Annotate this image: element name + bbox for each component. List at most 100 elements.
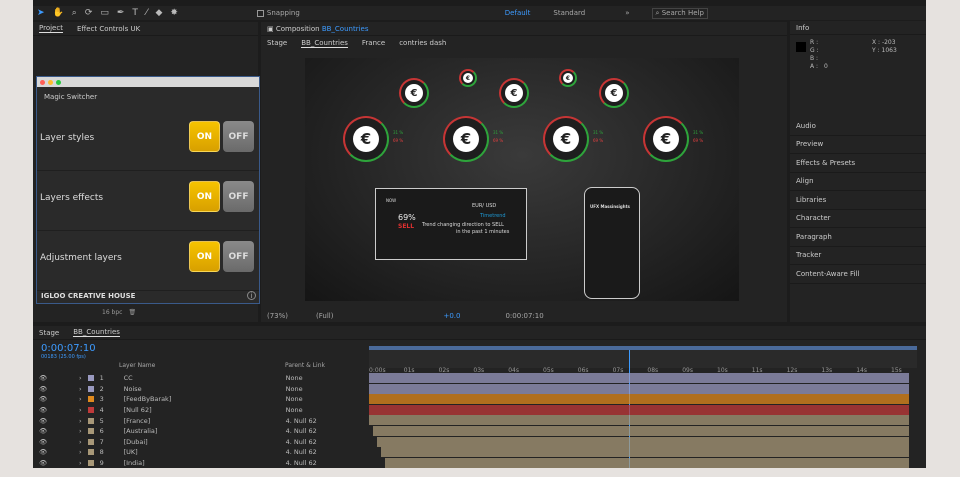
layer-row[interactable]: 👁 › 8 [UK] 4. Null 62	[33, 447, 363, 458]
visibility-icon[interactable]: 👁	[39, 385, 53, 393]
layer-row[interactable]: 👁 › 6 [Australia] 4. Null 62	[33, 426, 363, 437]
panel-character[interactable]: Character	[790, 210, 926, 228]
snapping-checkbox[interactable]	[256, 9, 264, 17]
puppet-tool-icon[interactable]: ✸	[170, 8, 178, 18]
layer-row[interactable]: 👁 › 1 CC None	[33, 373, 363, 384]
expand-icon[interactable]: ›	[79, 459, 82, 467]
visibility-icon[interactable]: 👁	[39, 427, 53, 435]
tab-effect-controls[interactable]: Effect Controls UK	[77, 25, 140, 33]
expand-icon[interactable]: ›	[79, 438, 82, 446]
eraser-tool-icon[interactable]: ◆	[155, 8, 162, 18]
parent-select[interactable]: None	[286, 406, 303, 414]
label-color[interactable]	[87, 375, 94, 382]
panel-content-aware-fill[interactable]: Content-Aware Fill	[790, 265, 926, 284]
selection-tool-icon[interactable]: ➤	[37, 8, 45, 18]
expand-icon[interactable]: ›	[79, 448, 82, 456]
layer-track-bar[interactable]	[373, 426, 909, 436]
visibility-icon[interactable]: 👁	[39, 374, 53, 382]
visibility-icon[interactable]: 👁	[39, 417, 53, 425]
workspace-standard[interactable]: Standard	[553, 9, 585, 17]
expand-icon[interactable]: ›	[79, 427, 82, 435]
trash-icon[interactable]: 🗑	[128, 309, 136, 316]
expand-icon[interactable]: ›	[79, 406, 82, 414]
zoom-select[interactable]: (73%)	[267, 312, 288, 320]
visibility-icon[interactable]: 👁	[39, 395, 53, 403]
off-button[interactable]: OFF	[223, 181, 254, 212]
parent-select[interactable]: None	[286, 385, 303, 393]
composition-viewer[interactable]: € € € € € € € € € 31 % 69 % 31 % 69 % 31 %…	[305, 58, 739, 301]
bpc-label[interactable]: 16 bpc	[102, 309, 122, 316]
off-button[interactable]: OFF	[223, 121, 254, 152]
pen-tool-icon[interactable]: ✒	[117, 8, 125, 18]
label-color[interactable]	[87, 385, 94, 392]
zoom-tool-icon[interactable]: ⌕	[72, 8, 77, 18]
visibility-icon[interactable]: 👁	[39, 406, 53, 414]
off-button[interactable]: OFF	[223, 241, 254, 272]
panel-tracker[interactable]: Tracker	[790, 247, 926, 265]
layer-track-bar[interactable]	[369, 394, 909, 405]
on-button[interactable]: ON	[189, 181, 220, 212]
layer-track-bar[interactable]	[369, 415, 909, 426]
parent-select[interactable]: 4. Null 62	[286, 427, 317, 435]
crumb-contries-dash[interactable]: contries dash	[399, 39, 446, 47]
label-color[interactable]	[87, 428, 94, 435]
layer-row[interactable]: 👁 › 7 [Dubai] 4. Null 62	[33, 437, 363, 448]
panel-preview[interactable]: Preview	[790, 136, 926, 154]
close-icon[interactable]	[40, 79, 45, 85]
crumb-france[interactable]: France	[362, 39, 385, 47]
visibility-icon[interactable]: 👁	[39, 459, 53, 467]
label-color[interactable]	[87, 396, 94, 403]
panel-align[interactable]: Align	[790, 173, 926, 191]
panel-paragraph[interactable]: Paragraph	[790, 228, 926, 247]
parent-select[interactable]: 4. Null 62	[286, 417, 317, 425]
quality-select[interactable]: (Full)	[316, 312, 333, 320]
search-help[interactable]: ⌕ Search Help	[651, 7, 708, 19]
layer-row[interactable]: 👁 › 9 [India] 4. Null 62	[33, 458, 363, 468]
work-area-bar[interactable]	[369, 346, 917, 350]
parent-select[interactable]: 4. Null 62	[286, 438, 317, 446]
more-workspaces-icon[interactable]: »	[625, 9, 629, 17]
minimize-icon[interactable]	[48, 79, 53, 85]
rotate-tool-icon[interactable]: ⟳	[85, 8, 93, 18]
info-icon[interactable]: i	[247, 291, 256, 300]
layer-track-bar[interactable]	[369, 373, 909, 383]
brush-tool-icon[interactable]: ⁄	[146, 8, 148, 18]
parent-select[interactable]: None	[286, 374, 303, 382]
timeline-current-time[interactable]: 0:00:07:10	[41, 343, 96, 354]
layer-track-bar[interactable]	[369, 404, 909, 415]
label-color[interactable]	[87, 449, 94, 456]
current-time[interactable]: 0:00:07:10	[505, 312, 543, 320]
layer-row[interactable]: 👁 › 2 Noise None	[33, 384, 363, 395]
on-button[interactable]: ON	[189, 241, 220, 272]
label-color[interactable]	[87, 438, 94, 445]
composition-name[interactable]: BB_Countries	[322, 25, 369, 33]
expand-icon[interactable]: ›	[79, 395, 82, 403]
lock-icon[interactable]: ▣	[267, 25, 274, 33]
layer-track-bar[interactable]	[369, 383, 909, 394]
layer-track-bar[interactable]	[381, 447, 909, 458]
expand-icon[interactable]: ›	[79, 374, 82, 382]
exposure-value[interactable]: +0.0	[443, 312, 460, 320]
text-tool-icon[interactable]: T	[132, 8, 138, 18]
crumb-bb-countries[interactable]: BB_Countries	[301, 39, 348, 48]
parent-select[interactable]: 4. Null 62	[286, 448, 317, 456]
parent-select[interactable]: None	[286, 395, 303, 403]
expand-icon[interactable]: ›	[79, 385, 82, 393]
time-ruler[interactable]: 0:00s 01s 02s 03s 04s 05s 06s 07s 08s 09s 10s 11s 12…	[369, 346, 917, 374]
crumb-stage[interactable]: Stage	[267, 39, 287, 47]
hand-tool-icon[interactable]: ✋	[53, 8, 64, 18]
layer-row[interactable]: 👁 › 4 [Null 62] None	[33, 405, 363, 416]
panel-effects-presets[interactable]: Effects & Presets	[790, 154, 926, 173]
snapping-toggle[interactable]: Snapping	[256, 9, 300, 17]
label-color[interactable]	[87, 417, 94, 424]
visibility-icon[interactable]: 👁	[39, 438, 53, 446]
layer-track-bar[interactable]	[377, 436, 909, 447]
rectangle-tool-icon[interactable]: ▭	[100, 8, 109, 18]
on-button[interactable]: ON	[189, 121, 220, 152]
parent-select[interactable]: 4. Null 62	[286, 459, 317, 467]
tab-project[interactable]: Project	[39, 24, 63, 33]
panel-libraries[interactable]: Libraries	[790, 191, 926, 210]
label-color[interactable]	[87, 460, 94, 467]
layer-row[interactable]: 👁 › 3 [FeedByBarak] None	[33, 394, 363, 405]
layer-row[interactable]: 👁 › 5 [France] 4. Null 62	[33, 415, 363, 426]
